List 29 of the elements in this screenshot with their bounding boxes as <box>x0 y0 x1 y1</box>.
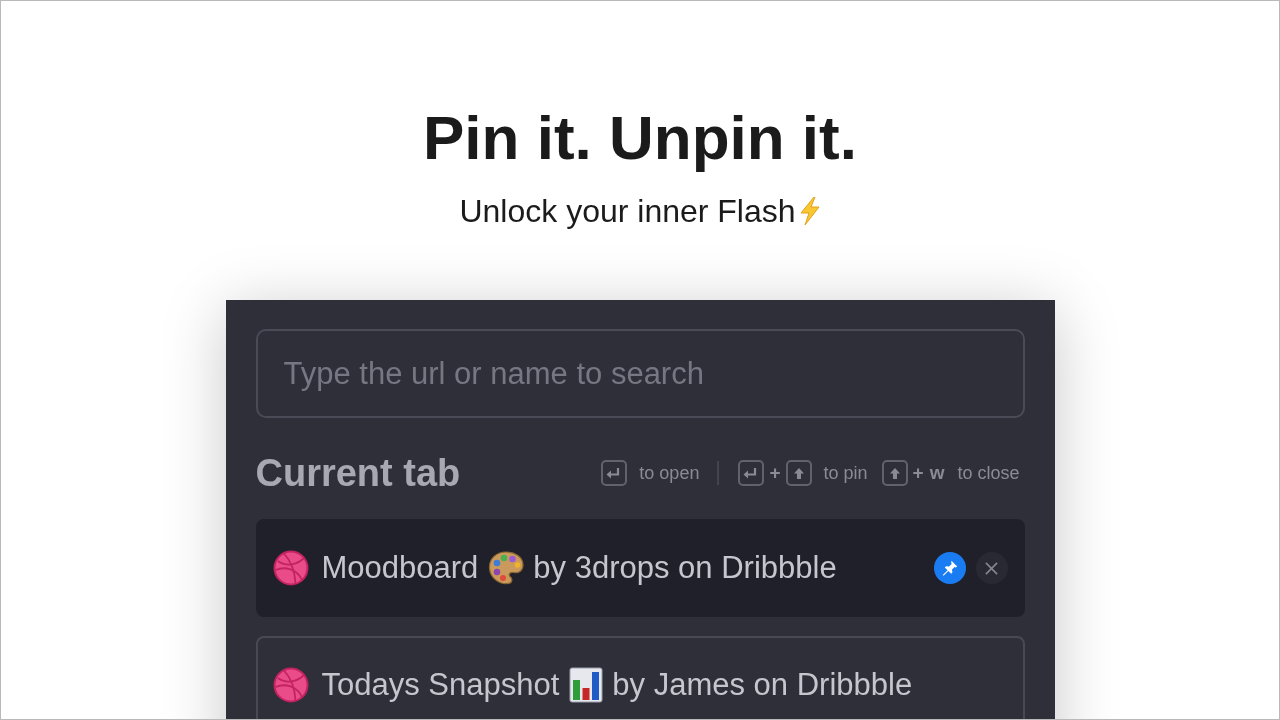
key-label: w <box>929 462 945 484</box>
tab-item[interactable]: Todays Snapshot by James on Dribbble <box>255 636 1025 719</box>
shortcut-label: to open <box>639 462 700 484</box>
close-icon <box>985 561 998 575</box>
tab-byline: by James on Dribbble <box>612 667 913 703</box>
shortcut-label: to pin <box>823 462 868 484</box>
pushpin-icon <box>941 560 958 576</box>
pin-button[interactable] <box>933 552 966 584</box>
section-title: Current tab <box>255 451 461 495</box>
ball-icon <box>272 550 309 586</box>
return-arrow-key-icon <box>601 460 628 486</box>
bar-chart-icon <box>569 667 604 703</box>
up-arrow-key-icon <box>881 460 908 486</box>
up-arrow-key-icon <box>785 460 812 486</box>
tab-title: Moodboard <box>321 550 479 586</box>
key-label: + <box>912 462 924 484</box>
shortcut-label: to close <box>957 462 1020 484</box>
tab-title: Todays Snapshot <box>321 667 560 703</box>
key-label: + <box>769 462 781 484</box>
tagline: Unlock your inner Flash <box>459 192 796 230</box>
close-button[interactable] <box>975 552 1008 584</box>
ball-icon <box>272 667 309 703</box>
return-arrow-key-icon <box>738 460 765 486</box>
lightning-icon <box>798 197 821 225</box>
paint-palette-icon <box>488 551 525 585</box>
headline: Pin it. Unpin it. <box>423 102 857 174</box>
search-field[interactable]: Type the url or name to search <box>255 329 1025 418</box>
tab-byline: by 3drops on Dribbble <box>533 550 837 586</box>
tab-item[interactable]: Moodboard by 3drops on Dribbble <box>255 519 1025 617</box>
